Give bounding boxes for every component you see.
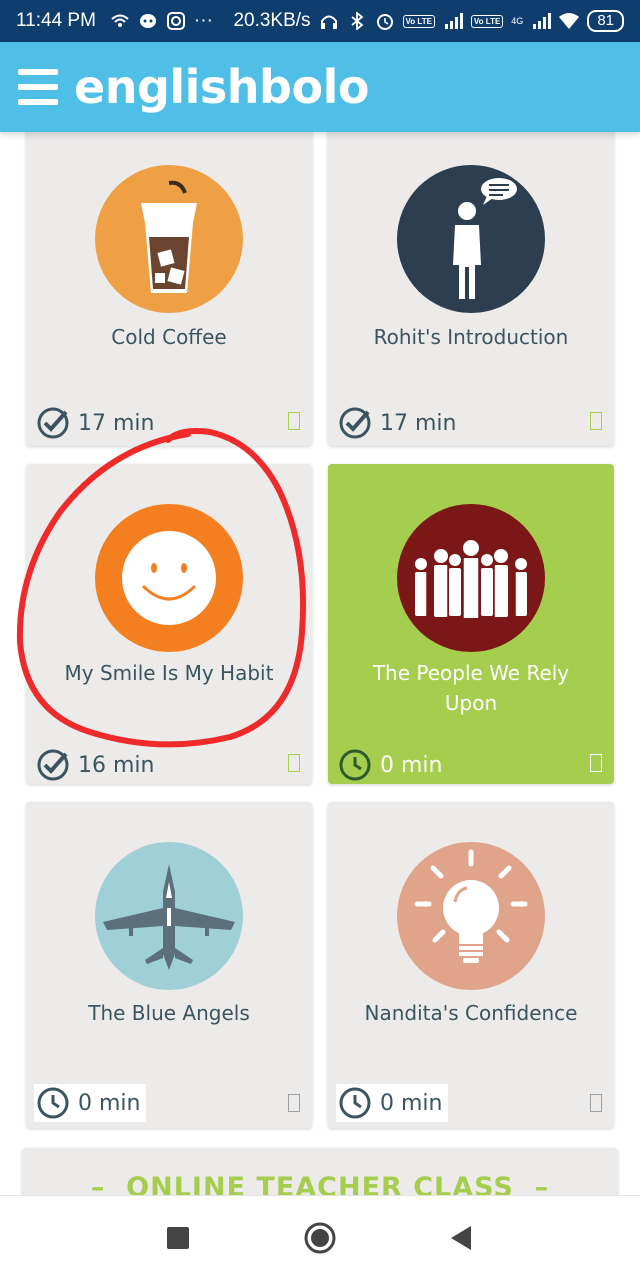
system-navigation-bar [0,1195,640,1280]
lesson-duration: 0 min [380,1090,443,1116]
signal-icon [444,13,463,29]
lesson-duration-row: 16 min [34,746,160,784]
alarm-icon [376,14,393,30]
fighter-jet-icon [95,842,243,990]
status-time: 11:44 PM [16,10,96,31]
app-logo: englishbolo [74,60,369,114]
lesson-duration: 17 min [78,410,155,436]
completed-check-icon [339,407,371,439]
lesson-card-my-smile-is-my-habit[interactable]: My Smile Is My Habit 16 min [26,464,312,784]
cold-coffee-icon [95,165,243,313]
bookmark-icon[interactable] [590,754,602,772]
signal-icon-2 [533,13,552,29]
volte-badge-1: Vo LTE [402,14,435,28]
light-bulb-icon [397,842,545,990]
volte-badge-2: Vo LTE [470,14,504,28]
timer-icon [339,1087,371,1119]
lesson-title: Nandita's Confidence [364,1001,578,1025]
dash-right: – [513,1172,550,1195]
online-class-label: ONLINE TEACHER CLASS [126,1172,514,1195]
lesson-title: Cold Coffee [111,325,227,349]
bookmark-icon[interactable] [288,412,300,430]
instagram-icon [166,12,185,30]
lesson-duration: 0 min [380,752,443,778]
lesson-duration: 16 min [78,752,155,778]
timer-icon [37,1087,69,1119]
lesson-title: The Blue Angels [88,1001,250,1025]
recents-button[interactable] [161,1221,195,1255]
hamburger-menu-icon[interactable] [18,69,58,105]
app-bar: englishbolo [0,42,640,132]
lesson-grid: Cold Coffee 17 min Rohit's Introduction … [0,132,640,1195]
lesson-duration-row: 17 min [336,404,462,442]
online-teacher-class-card[interactable]: – ONLINE TEACHER CLASS – [22,1148,618,1195]
home-button[interactable] [303,1221,337,1255]
completed-check-icon [37,749,69,781]
headphones-icon [320,15,337,29]
lesson-duration-row: 0 min [336,1084,449,1122]
bluetooth-icon [350,12,363,30]
online-teacher-class-title: – ONLINE TEACHER CLASS – [22,1172,618,1195]
lesson-card-nanditas-confidence[interactable]: Nandita's Confidence 0 min [328,802,614,1128]
bookmark-icon[interactable] [288,754,300,772]
lesson-card-the-people-we-rely-upon[interactable]: The People We Rely Upon 0 min [328,464,614,784]
lesson-duration-row: 0 min [336,746,448,784]
back-button[interactable] [445,1221,479,1255]
group-of-people-icon [397,504,545,652]
lesson-card-cold-coffee[interactable]: Cold Coffee 17 min [26,132,312,446]
lesson-title: The People We Rely Upon [372,661,570,715]
more-dots-icon: ··· [193,10,213,31]
lesson-title: Rohit's Introduction [373,325,569,349]
dash-left: – [90,1172,127,1195]
status-bar: 11:44 PM ··· 20.3KB/s Vo LTE Vo LTE 4G 8… [0,0,640,42]
smiley-face-icon [95,504,243,652]
bookmark-icon[interactable] [590,412,602,430]
lesson-duration: 0 min [78,1090,141,1116]
back-triangle-icon [451,1226,471,1250]
lesson-card-the-blue-angels[interactable]: The Blue Angels 0 min [26,802,312,1128]
speaking-person-icon [397,165,545,313]
system-icons: 20.3KB/s Vo LTE Vo LTE 4G 81 [233,10,624,32]
lesson-title: My Smile Is My Habit [64,661,274,685]
network-type-badge: 4G [511,16,524,26]
wifi-icon [559,13,580,29]
timer-icon [339,749,371,781]
chat-bubble-icon [139,14,156,28]
lesson-duration: 17 min [380,410,457,436]
bookmark-icon[interactable] [288,1094,300,1112]
bookmark-icon[interactable] [590,1094,602,1112]
battery-indicator: 81 [587,10,624,32]
network-speed: 20.3KB/s [233,10,311,31]
lesson-duration-row: 0 min [34,1084,147,1122]
lesson-duration-row: 17 min [34,404,160,442]
wifi-hotspot-icon [111,14,129,27]
square-icon [167,1227,189,1249]
notification-icons: ··· [110,10,213,32]
completed-check-icon [37,407,69,439]
circle-home-icon [304,1222,336,1254]
lesson-card-rohits-introduction[interactable]: Rohit's Introduction 17 min [328,132,614,446]
